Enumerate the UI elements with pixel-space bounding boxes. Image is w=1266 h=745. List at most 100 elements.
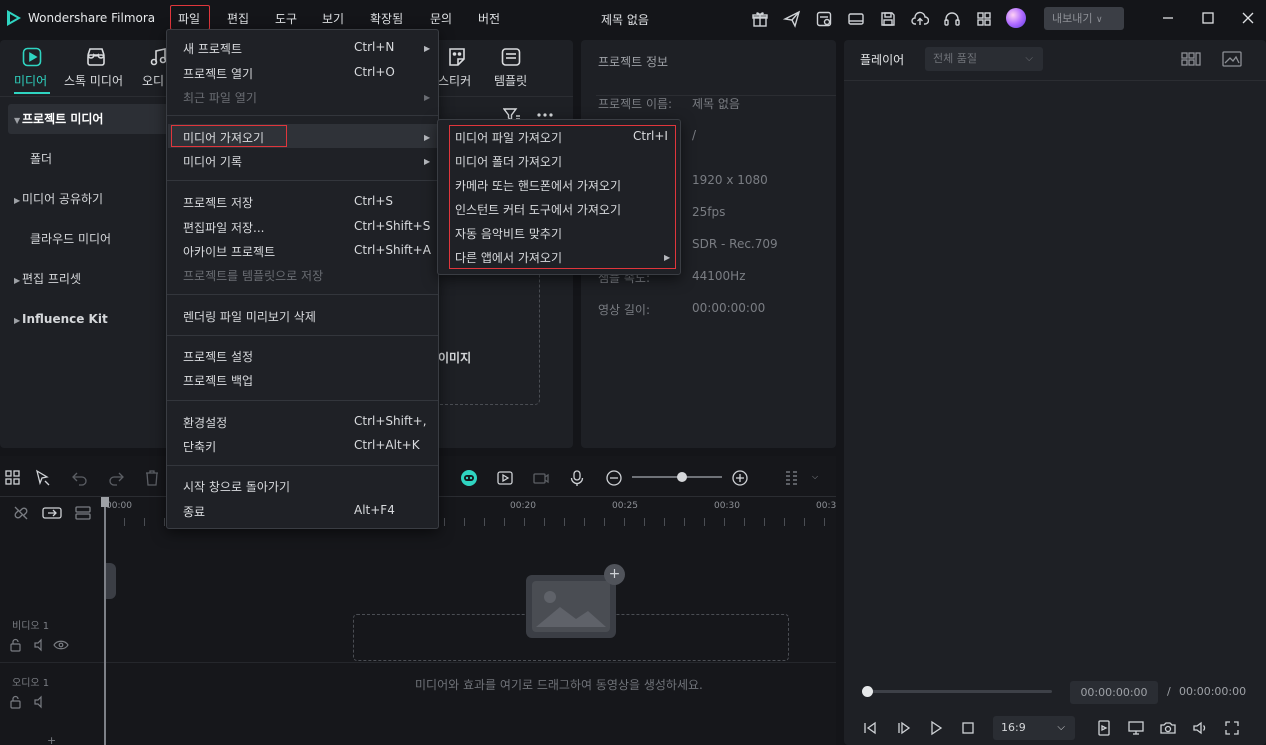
tab-template[interactable]: 템플릿 [494,72,527,89]
caret-down-icon: ▼ [14,116,21,125]
link-track-icon[interactable] [42,505,62,521]
tab-media[interactable]: 미디어 [14,72,47,89]
sidebar-item-influence-kit[interactable]: ▶ Influence Kit [8,304,170,334]
sidebar-item-project-media[interactable]: ▼ 프로젝트 미디어 [8,104,170,134]
ruler-tick: 00:30 [714,501,740,511]
display-settings-icon[interactable] [1128,720,1144,736]
timeline-zoom-handle[interactable] [676,472,687,482]
menu-item-project-settings[interactable]: 프로젝트 설정 [183,348,253,365]
menu-item-media-history[interactable]: 미디어 기록 [183,153,242,170]
info-value-duration: 00:00:00:00 [692,301,766,315]
track-options-chevron-icon[interactable]: ⌵ [812,472,818,482]
submenu-item-import-from-camera[interactable]: 카메라 또는 핸드폰에서 가져오기 [455,177,621,194]
close-icon[interactable] [1241,11,1255,25]
image-icon[interactable] [1222,51,1242,67]
ai-avatar-icon[interactable] [460,469,478,487]
menu-edit[interactable]: 편집 [227,10,249,27]
menu-tools[interactable]: 도구 [275,10,297,27]
maximize-icon[interactable] [1201,11,1215,25]
menu-item-import-media[interactable]: 미디어 가져오기 [183,129,264,146]
menu-item-new-project[interactable]: 새 프로젝트 [183,40,242,57]
menu-item-recent-files[interactable]: 최근 파일 열기 [183,89,257,106]
volume-icon[interactable] [1192,720,1208,736]
send-icon[interactable] [783,10,801,28]
previous-frame-icon[interactable] [862,720,878,736]
add-track-plus-icon[interactable]: + [47,734,56,745]
zoom-out-icon[interactable] [605,469,623,487]
submenu-item-import-from-instant-cutter[interactable]: 인스턴트 커터 도구에서 가져오기 [455,201,621,218]
task-icon[interactable] [815,10,833,28]
track-options-icon[interactable] [783,469,801,487]
menu-item-exit[interactable]: 종료 [183,503,205,520]
stop-icon[interactable] [960,720,976,736]
submenu-item-import-from-other-apps[interactable]: 다른 앱에서 가져오기 [455,249,562,266]
fullscreen-icon[interactable] [1224,720,1240,736]
save-icon[interactable] [879,10,897,28]
monitor-icon[interactable] [847,10,865,28]
menu-item-save-as[interactable]: 편집파일 저장... [183,219,265,236]
player-header-divider [844,80,1266,81]
zoom-in-icon[interactable] [731,469,749,487]
menu-item-preferences[interactable]: 환경설정 [183,414,227,431]
menu-item-back-to-start[interactable]: 시작 창으로 돌아가기 [183,478,290,495]
redo-icon[interactable] [107,469,125,487]
sidebar-item-folder[interactable]: 폴더 [8,144,170,174]
menu-item-shortcuts[interactable]: 단축키 [183,438,216,455]
snapshot-icon[interactable] [1160,720,1176,736]
tab-sticker[interactable]: 스티커 [438,72,471,89]
menu-version[interactable]: 버전 [478,10,500,27]
sidebar-item-shared-media[interactable]: ▶ 미디어 공유하기 [8,184,170,214]
audio-clip-icon[interactable] [496,469,514,487]
menu-view[interactable]: 보기 [322,10,344,27]
submenu-item-auto-beat-sync[interactable]: 자동 음악비트 맞추기 [455,225,562,242]
menu-separator [167,335,438,336]
tab-stock-media[interactable]: 스톡 미디어 [64,72,123,89]
submenu-item-import-media-files[interactable]: 미디어 파일 가져오기 [455,129,562,146]
menu-item-archive-project[interactable]: 아카이브 프로젝트 [183,243,275,260]
chevron-down-icon: ∨ [1095,15,1103,25]
export-button[interactable]: 내보내기 ∨ [1044,7,1124,30]
layout-grid-icon[interactable] [1181,51,1201,67]
gift-icon[interactable] [751,10,769,28]
menu-item-open-project[interactable]: 프로젝트 열기 [183,65,253,82]
delete-icon[interactable] [143,469,161,487]
quality-select[interactable]: 전체 품질 ⌵ [925,47,1043,71]
player-scrubber-handle[interactable] [862,686,873,697]
next-frame-icon[interactable] [896,720,912,736]
stock-media-icon[interactable] [85,46,107,68]
menu-item-project-backup[interactable]: 프로젝트 백업 [183,372,253,389]
cloud-upload-icon[interactable] [911,10,929,28]
menu-item-save-as-template[interactable]: 프로젝트를 템플릿으로 저장 [183,267,323,284]
add-media-plus-icon[interactable]: + [604,564,625,585]
menu-file[interactable]: 파일 [178,10,200,27]
menu-item-delete-render-preview[interactable]: 렌더링 파일 미리보기 삭제 [183,308,316,325]
apps-grid-icon[interactable] [975,10,993,28]
minimize-icon[interactable] [1161,11,1175,25]
headset-icon[interactable] [943,10,961,28]
user-avatar[interactable] [1006,8,1026,28]
menu-help[interactable]: 문의 [430,10,452,27]
layout-icon[interactable] [4,469,22,487]
playhead[interactable] [104,497,106,745]
play-icon[interactable] [928,720,944,736]
menu-item-save-project[interactable]: 프로젝트 저장 [183,194,253,211]
sticker-icon[interactable] [446,46,468,68]
media-tab-icon[interactable] [21,46,43,68]
time-separator: / [1167,685,1171,698]
aspect-ratio-select[interactable]: 16:9 ⌵ [993,716,1075,740]
sidebar-item-edit-presets[interactable]: ▶ 편집 프리셋 [8,264,170,294]
export-frame-icon[interactable] [1096,720,1112,736]
select-tool-icon[interactable] [34,469,52,487]
submenu-item-import-media-folder[interactable]: 미디어 폴더 가져오기 [455,153,562,170]
playhead-handle[interactable] [101,497,109,507]
player-scrubber[interactable] [866,690,1052,693]
microphone-icon[interactable] [568,469,586,487]
sidebar-item-cloud-media[interactable]: 클라우드 미디어 [8,224,170,254]
undo-icon[interactable] [71,469,89,487]
tab-audio[interactable]: 오디 [142,72,164,89]
add-track-icon[interactable] [74,505,92,521]
template-icon[interactable] [500,46,522,68]
camera-record-icon[interactable] [532,469,550,487]
unlink-icon[interactable] [12,505,30,521]
menu-extensions[interactable]: 확장됨 [370,10,403,27]
